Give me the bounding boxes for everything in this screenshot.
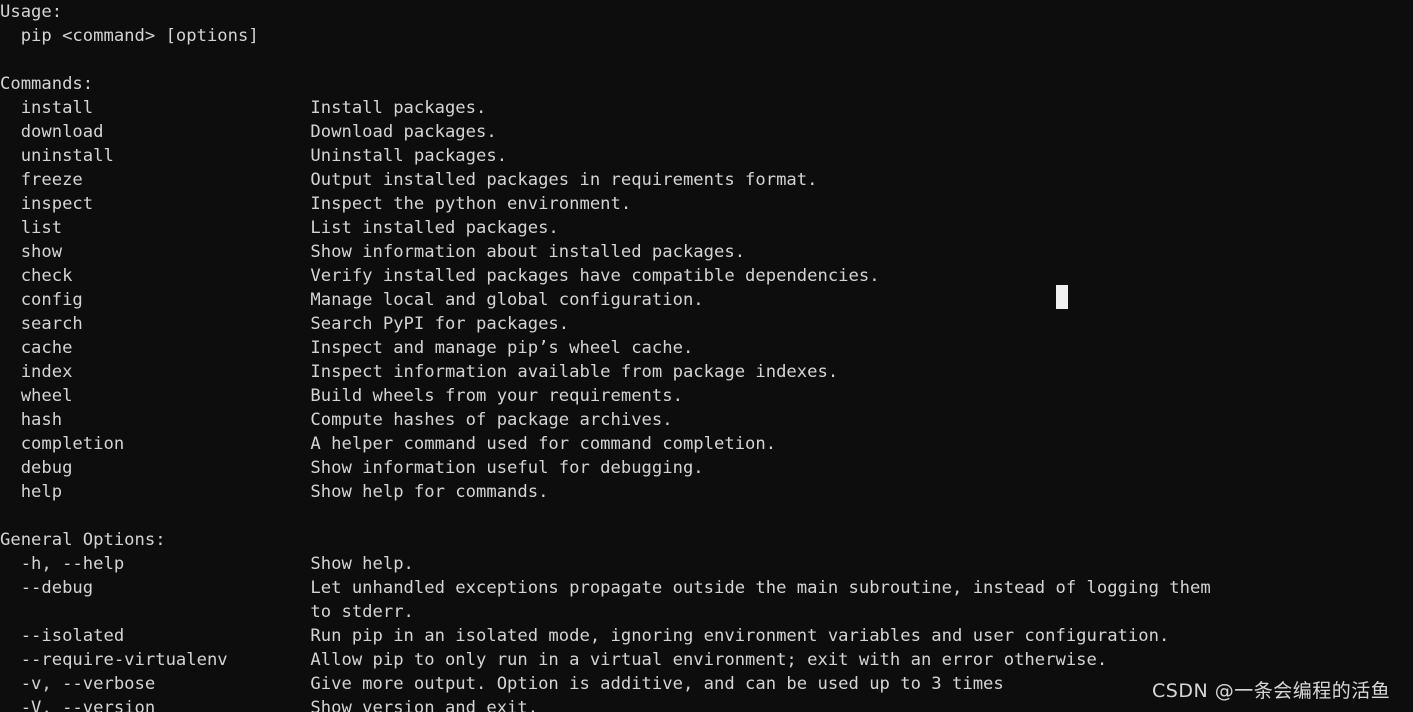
command-row-install: install Install packages. — [0, 98, 487, 118]
command-row-wheel: wheel Build wheels from your requirement… — [0, 386, 683, 406]
command-row-cache: cache Inspect and manage pip’s wheel cac… — [0, 338, 694, 358]
option-row-isolated: --isolated Run pip in an isolated mode, … — [0, 626, 1170, 646]
command-row-completion: completion A helper command used for com… — [0, 434, 777, 454]
usage-heading: Usage: — [0, 2, 63, 22]
command-row-list: list List installed packages. — [0, 218, 559, 238]
command-row-index: index Inspect information available from… — [0, 362, 839, 382]
option-row-debug: --debug Let unhandled exceptions propaga… — [0, 578, 1211, 598]
commands-heading: Commands: — [0, 74, 94, 94]
option-row-help: -h, --help Show help. — [0, 554, 414, 574]
general-options-heading: General Options: — [0, 530, 166, 550]
command-row-freeze: freeze Output installed packages in requ… — [0, 170, 818, 190]
command-row-show: show Show information about installed pa… — [0, 242, 746, 262]
text-cursor — [1056, 285, 1068, 309]
command-row-hash: hash Compute hashes of package archives. — [0, 410, 673, 430]
command-row-config: config Manage local and global configura… — [0, 290, 704, 310]
option-row-require-virtualenv: --require-virtualenv Allow pip to only r… — [0, 650, 1108, 670]
option-row-debug-continuation: to stderr. — [0, 602, 414, 622]
usage-command-line: pip <command> [options] — [0, 26, 259, 46]
terminal-output: Usage: pip <command> [options] Commands:… — [0, 0, 1413, 712]
command-row-check: check Verify installed packages have com… — [0, 266, 880, 286]
terminal-window[interactable]: Usage: pip <command> [options] Commands:… — [0, 0, 1413, 712]
csdn-watermark: CSDN @一条会编程的活鱼 — [1152, 680, 1391, 702]
command-row-search: search Search PyPI for packages. — [0, 314, 570, 334]
command-row-inspect: inspect Inspect the python environment. — [0, 194, 632, 214]
command-row-debug: debug Show information useful for debugg… — [0, 458, 704, 478]
command-row-download: download Download packages. — [0, 122, 497, 142]
command-row-uninstall: uninstall Uninstall packages. — [0, 146, 508, 166]
command-row-help: help Show help for commands. — [0, 482, 549, 502]
